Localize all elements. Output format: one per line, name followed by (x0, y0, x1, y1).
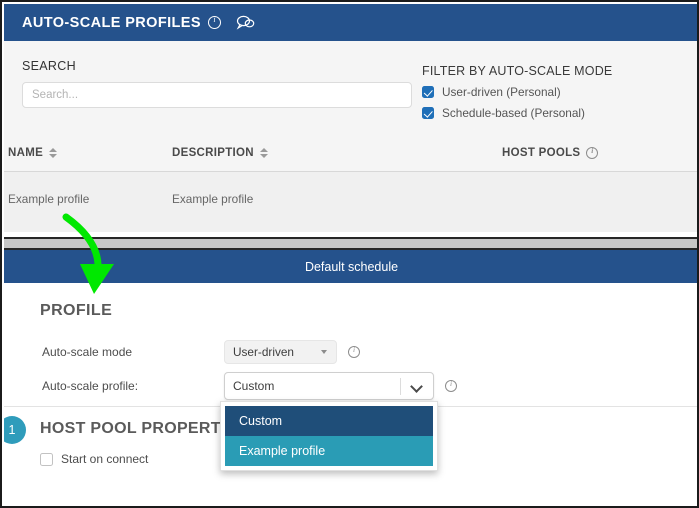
dropdown-option-custom[interactable]: Custom (225, 406, 433, 436)
panel-titlebar: AUTO-SCALE PROFILES (4, 4, 699, 41)
table-header: NAME DESCRIPTION HOST POOLS (4, 138, 699, 172)
app-window: AUTO-SCALE PROFILES SEARCH FILTER BY AUT… (0, 0, 699, 508)
schedule-titlebar: Default schedule (4, 250, 699, 283)
host-pool-properties-heading: HOST POOL PROPERTIES (40, 420, 248, 438)
sort-arrows-icon[interactable] (49, 147, 57, 159)
checkbox-checked-icon[interactable] (422, 107, 434, 119)
dropdown-option-example-profile[interactable]: Example profile (225, 436, 433, 466)
filter-title: FILTER BY AUTO-SCALE MODE (422, 64, 612, 78)
checkbox-checked-icon[interactable] (422, 86, 434, 98)
filter-option-label: User-driven (Personal) (442, 85, 561, 99)
start-on-connect-row[interactable]: Start on connect (40, 452, 148, 466)
combobox-divider (400, 378, 401, 395)
profile-section-heading: PROFILE (40, 302, 112, 320)
auto-scale-mode-label: Auto-scale mode (42, 345, 224, 359)
cell-name[interactable]: Example profile (8, 192, 89, 206)
page-title: AUTO-SCALE PROFILES (22, 15, 201, 31)
auto-scale-mode-row: Auto-scale mode User-driven (42, 340, 360, 364)
checkbox-unchecked-icon[interactable] (40, 453, 53, 466)
auto-scale-profile-dropdown-list[interactable]: Custom Example profile (220, 401, 438, 471)
dropdown-option-label: Example profile (239, 444, 325, 458)
auto-scale-mode-value: User-driven (233, 345, 294, 359)
info-icon[interactable] (348, 346, 360, 358)
auto-scale-profile-combobox[interactable]: Custom (224, 372, 434, 400)
panel-divider-band (4, 239, 699, 248)
auto-scale-profile-label: Auto-scale profile: (42, 379, 224, 393)
filter-option-label: Schedule-based (Personal) (442, 106, 585, 120)
search-label: SEARCH (22, 59, 412, 73)
filter-option-user-driven[interactable]: User-driven (Personal) (422, 85, 612, 99)
schedule-title: Default schedule (305, 260, 398, 274)
column-header-host-pools: HOST POOLS (502, 147, 598, 159)
column-header-label: HOST POOLS (502, 147, 580, 159)
comments-icon[interactable] (235, 15, 255, 30)
cell-description: Example profile (172, 192, 253, 206)
chevron-down-icon (321, 350, 327, 354)
filter-block: FILTER BY AUTO-SCALE MODE User-driven (P… (422, 64, 612, 120)
info-icon[interactable] (445, 380, 457, 392)
dropdown-option-label: Custom (239, 414, 282, 428)
column-header-label: NAME (8, 147, 43, 159)
search-input[interactable] (22, 82, 412, 108)
table-row[interactable]: Example profile Example profile (4, 172, 699, 232)
step-badge: 1 (4, 416, 26, 444)
auto-scale-mode-select[interactable]: User-driven (224, 340, 337, 364)
auto-scale-profile-value: Custom (233, 379, 274, 393)
sort-arrows-icon[interactable] (260, 147, 268, 159)
info-icon[interactable] (208, 16, 221, 29)
column-header-label: DESCRIPTION (172, 147, 254, 159)
chevron-down-icon[interactable] (412, 382, 423, 389)
auto-scale-profile-row: Auto-scale profile: Custom (42, 372, 457, 400)
filter-option-schedule-based[interactable]: Schedule-based (Personal) (422, 106, 612, 120)
search-block: SEARCH (22, 59, 412, 108)
info-icon[interactable] (586, 147, 598, 159)
column-header-name[interactable]: NAME (8, 147, 57, 159)
column-header-description[interactable]: DESCRIPTION (172, 147, 268, 159)
auto-scale-profiles-panel: AUTO-SCALE PROFILES SEARCH FILTER BY AUT… (4, 4, 699, 232)
start-on-connect-label: Start on connect (61, 452, 148, 466)
